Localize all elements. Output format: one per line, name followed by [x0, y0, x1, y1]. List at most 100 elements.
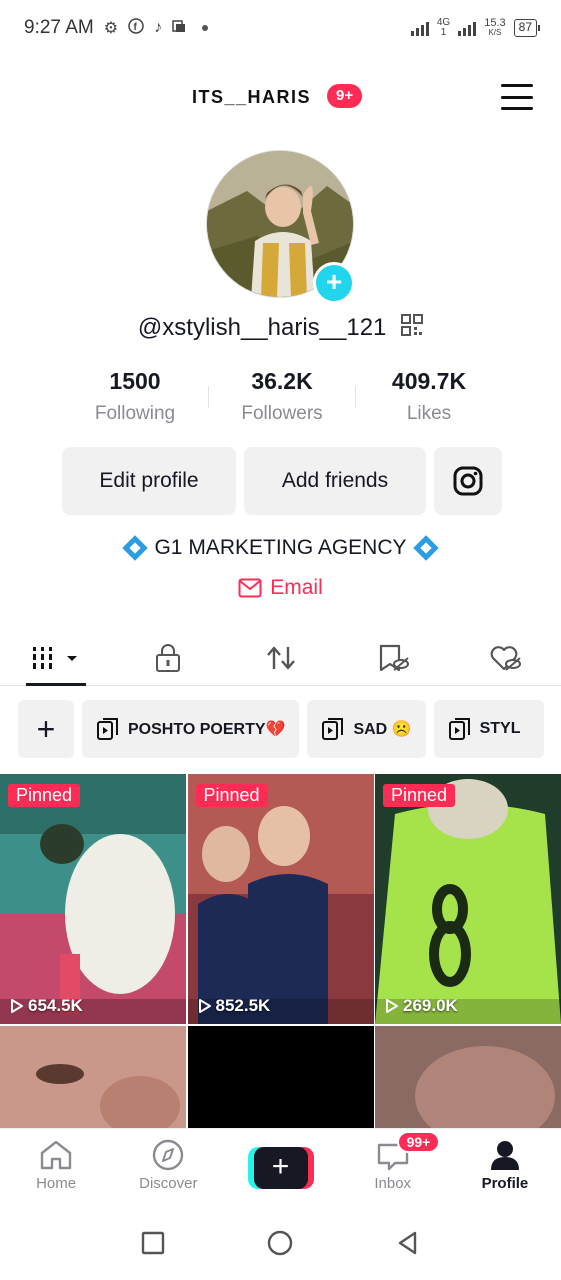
back-icon[interactable] [395, 1230, 421, 1256]
video-thumbnail-image [0, 1026, 186, 1130]
tiktok-icon: ♪ [154, 19, 163, 36]
grid-videos-icon [33, 646, 78, 669]
stat-value: 36.2K [251, 368, 313, 394]
header-username[interactable]: ITS__HARIS [192, 87, 311, 108]
video-thumbnail[interactable]: Pinned 654.5K [0, 774, 186, 1024]
stat-value: 1500 [109, 368, 161, 394]
nav-discover[interactable]: Discover [112, 1129, 224, 1206]
video-thumbnail[interactable]: Pinned 852.5K [187, 774, 374, 1024]
nav-label: Inbox [374, 1175, 412, 1192]
email-link[interactable]: Email [0, 576, 561, 600]
tab-saved[interactable] [337, 630, 449, 685]
video-thumbnail[interactable] [375, 1026, 561, 1130]
playlists-row: + POSHTO POERTY💔 SAD ☹️ STYL [18, 700, 544, 758]
nav-inbox[interactable]: Inbox 99+ [337, 1129, 449, 1206]
video-thumbnail-image [187, 1026, 374, 1130]
pinned-badge: Pinned [383, 784, 456, 807]
playlist-icon [97, 718, 118, 740]
email-label: Email [270, 576, 323, 599]
status-bar: 9:27 AM ⚙ f ♪ 4G 1 15.3 K/S 87 [0, 0, 561, 56]
play-icon [198, 999, 211, 1013]
video-thumbnail[interactable] [187, 1026, 374, 1130]
handle-row: @xstylish__haris__121 [0, 314, 561, 343]
home-icon [40, 1140, 72, 1170]
profile-icon [490, 1141, 519, 1170]
video-thumbnail-image [0, 774, 186, 1024]
play-icon [386, 999, 398, 1013]
nav-create[interactable]: + [224, 1129, 336, 1206]
inbox-badge: 99+ [396, 1131, 441, 1153]
diamond-icon [122, 535, 149, 561]
stat-likes[interactable]: 409.7K Likes [356, 368, 502, 425]
profile-header: ITS__HARIS 9+ [0, 72, 561, 124]
notification-dot-icon [202, 25, 209, 31]
home-circle-icon[interactable] [266, 1229, 294, 1257]
pinned-badge: Pinned [195, 784, 268, 807]
video-thumbnail-image [375, 1026, 561, 1130]
video-thumbnail[interactable]: Pinned 269.0K [375, 774, 561, 1024]
tab-videos[interactable] [0, 630, 112, 686]
playlist-icon [322, 718, 344, 740]
video-thumbnail[interactable] [0, 1026, 186, 1130]
svg-text:f: f [134, 22, 138, 33]
system-nav [0, 1206, 561, 1280]
edit-profile-button[interactable]: Edit profile [62, 447, 236, 515]
video-grid: Pinned 654.5K Pinned 852.5K Pinned 269.0… [0, 774, 561, 1130]
account-badge: 9+ [327, 84, 363, 108]
recents-icon[interactable] [140, 1230, 166, 1256]
stat-label: Likes [406, 403, 452, 424]
nav-profile[interactable]: Profile [449, 1129, 561, 1206]
lock-icon [156, 643, 181, 672]
video-thumbnail-image [187, 774, 374, 1024]
repost-icon [266, 646, 295, 669]
nav-label: Home [36, 1175, 77, 1192]
compass-icon [153, 1139, 184, 1171]
playlist-chip[interactable]: SAD ☹️ [307, 700, 426, 758]
nav-label: Profile [481, 1175, 529, 1192]
tab-private[interactable] [112, 630, 224, 685]
bookmark-hidden-icon [379, 644, 409, 671]
gear-icon: ⚙ [103, 20, 119, 37]
instagram-icon [453, 466, 483, 496]
profile-handle: @xstylish__haris__121 [137, 314, 387, 341]
add-avatar-button[interactable]: + [313, 262, 355, 304]
status-time: 9:27 AM [24, 17, 94, 38]
tab-liked[interactable] [449, 630, 561, 685]
playlist-chip[interactable]: POSHTO POERTY💔 [82, 700, 300, 758]
signal-icon [410, 20, 429, 36]
playlist-label: SAD ☹️ [353, 721, 412, 738]
profile-stats: 1500 Following 36.2K Followers 409.7K Li… [62, 368, 502, 425]
view-count: 852.5K [198, 996, 270, 1016]
playlist-chip[interactable]: STYL [433, 700, 544, 758]
content-tabs [0, 630, 561, 686]
network-speed: 15.3 K/S [484, 17, 506, 38]
pinned-badge: Pinned [8, 784, 81, 807]
nav-home[interactable]: Home [0, 1129, 112, 1206]
qr-code-icon[interactable] [401, 314, 424, 343]
stat-label: Followers [241, 403, 323, 424]
stat-label: Following [94, 403, 176, 424]
nav-label: Discover [139, 1175, 198, 1192]
playlist-label: POSHTO POERTY💔 [128, 721, 286, 738]
add-playlist-button[interactable]: + [18, 700, 74, 758]
menu-icon [501, 84, 533, 87]
stat-following[interactable]: 1500 Following [62, 368, 208, 425]
app-icon [172, 19, 186, 38]
tab-reposts[interactable] [224, 630, 336, 685]
menu-button[interactable] [501, 84, 533, 110]
bio: G1 MARKETING AGENCY [0, 535, 561, 561]
view-count: 269.0K [385, 996, 458, 1016]
view-count: 654.5K [10, 996, 83, 1016]
stat-value: 409.7K [391, 368, 467, 394]
play-icon [11, 999, 23, 1013]
email-icon [238, 578, 262, 598]
signal-icon-2 [458, 20, 477, 36]
facebook-icon: f [128, 17, 144, 39]
profile-actions: Edit profile Add friends [62, 447, 502, 515]
instagram-button[interactable] [434, 447, 502, 515]
stat-followers[interactable]: 36.2K Followers [209, 368, 355, 425]
network-type: 4G 1 [436, 17, 451, 38]
battery-icon: 87 [513, 19, 541, 37]
create-button[interactable]: + [247, 1147, 314, 1189]
add-friends-button[interactable]: Add friends [244, 447, 426, 515]
